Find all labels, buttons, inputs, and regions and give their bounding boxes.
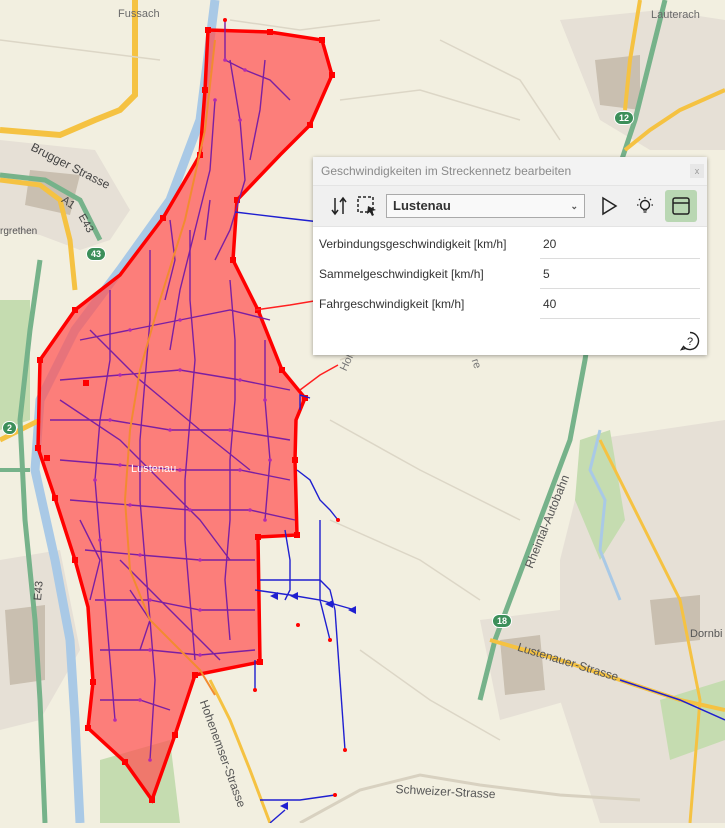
- speed-row-driving: Fahrgeschwindigkeit [km/h] 40: [313, 290, 707, 320]
- field-label: Verbindungsgeschwindigkeit [km/h]: [319, 237, 507, 251]
- label-lustenau: Lustenau: [131, 463, 177, 475]
- speed-row-connection: Verbindungsgeschwindigkeit [km/h] 20: [313, 230, 707, 260]
- play-icon[interactable]: [596, 193, 622, 219]
- label-e43-left: E43: [32, 580, 46, 602]
- selection-cursor-icon[interactable]: [354, 193, 380, 219]
- label-fussach: Fussach: [118, 8, 160, 20]
- label-lauterach: Lauterach: [651, 9, 700, 21]
- lightbulb-icon[interactable]: [632, 193, 658, 219]
- panel-title: Geschwindigkeiten im Streckennetz bearbe…: [321, 164, 572, 178]
- connection-speed-field[interactable]: 20: [540, 230, 700, 259]
- help-icon[interactable]: ?: [679, 331, 700, 351]
- window-icon[interactable]: [665, 190, 697, 222]
- panel-titlebar[interactable]: Geschwindigkeiten im Streckennetz bearbe…: [313, 157, 707, 186]
- label-dornbirn: Dornbi: [690, 628, 723, 640]
- road-shield-43: 43: [86, 247, 107, 261]
- svg-text:?: ?: [687, 336, 693, 348]
- speed-edit-panel: Geschwindigkeiten im Streckennetz bearbe…: [313, 157, 707, 355]
- up-down-arrows-icon[interactable]: [326, 193, 352, 219]
- speed-row-collection: Sammelgeschwindigkeit [km/h] 5: [313, 260, 707, 290]
- panel-toolbar: Lustenau ⌄: [313, 186, 707, 227]
- road-shield-18: 18: [492, 614, 513, 628]
- collection-speed-field[interactable]: 5: [540, 260, 700, 289]
- field-label: Fahrgeschwindigkeit [km/h]: [319, 297, 465, 311]
- close-button[interactable]: x: [690, 164, 704, 178]
- chevron-down-icon: ⌄: [570, 201, 578, 211]
- map-canvas[interactable]: Fussach Lauterach Brugger Strasse A1 E43…: [0, 0, 725, 825]
- driving-speed-field[interactable]: 40: [540, 290, 700, 319]
- area-select-value: Lustenau: [393, 198, 451, 213]
- road-shield-2: 2: [2, 421, 18, 435]
- field-label: Sammelgeschwindigkeit [km/h]: [319, 267, 484, 281]
- road-shield-12: 12: [614, 111, 635, 125]
- label-grethen: rgrethen: [0, 226, 38, 237]
- area-select-dropdown[interactable]: Lustenau ⌄: [386, 194, 585, 218]
